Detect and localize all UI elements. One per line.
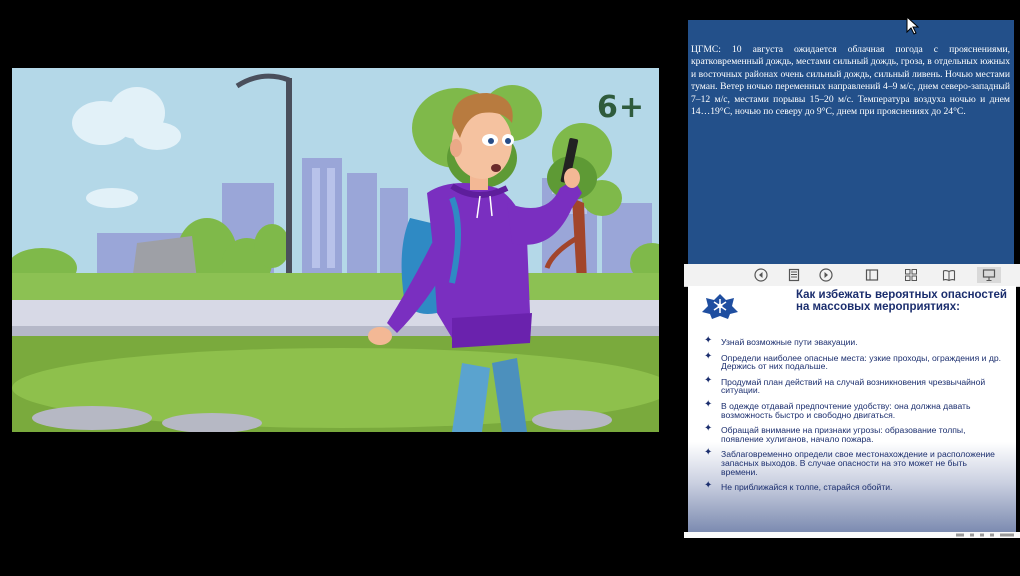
bullet-star-icon: ✦	[704, 350, 713, 362]
slide-sorter-icon	[905, 269, 917, 281]
next-slide-button[interactable]	[818, 267, 834, 283]
slide-title: Как избежать вероятных опасностей на мас…	[796, 289, 1007, 313]
slideshow-icon	[982, 269, 996, 282]
bullet-star-icon: ✦	[704, 374, 713, 386]
list-item: ✦ Обращай внимание на признаки угрозы: об…	[704, 423, 966, 444]
weather-forecast-panel: ЦГМС: 10 августа ожидается облачная пого…	[688, 20, 1014, 264]
normal-view-button[interactable]	[864, 267, 880, 283]
reading-view-button[interactable]	[941, 267, 957, 283]
slideshow-button[interactable]	[977, 267, 1001, 283]
notes-icon	[788, 268, 800, 282]
bullet-star-icon: ✦	[704, 480, 713, 492]
bullet-star-icon: ✦	[704, 447, 713, 459]
next-icon	[819, 268, 833, 282]
bullet-star-icon: ✦	[704, 335, 713, 346]
bullet-star-icon: ✦	[704, 423, 713, 435]
list-item: ✦ Узнай возможные пути эвакуации.	[704, 335, 858, 347]
viewer-status-bar	[684, 532, 1020, 538]
slide-sorter-button[interactable]	[903, 267, 919, 283]
list-item: ✦ Заблаговременно определи свое местонахо…	[704, 447, 995, 477]
reading-view-icon	[942, 270, 956, 282]
presentation-slide: Как избежать вероятных опасностей на мас…	[688, 286, 1016, 532]
emercom-logo-icon	[702, 294, 738, 319]
cartoon-scene	[12, 68, 659, 432]
weather-forecast-text: ЦГМС: 10 августа ожидается облачная пого…	[691, 44, 1010, 118]
mouse-pointer-icon	[906, 16, 920, 35]
prev-slide-button[interactable]	[753, 267, 769, 283]
bullet-star-icon: ✦	[704, 398, 713, 410]
safety-tips-list: ✦ Узнай возможные пути эвакуации. ✦ Опреде…	[704, 335, 1004, 499]
normal-view-icon	[865, 269, 879, 281]
video-frame[interactable]: 6+	[12, 68, 659, 432]
prev-icon	[754, 268, 768, 282]
presentation-toolbar	[684, 264, 1020, 287]
list-item: ✦ Продумай план действий на случай возник…	[704, 374, 986, 396]
list-item: ✦ В одежде отдавай предпочтение удобству:…	[704, 398, 971, 420]
list-item: ✦ Определи наиболее опасные места: узкие …	[704, 350, 1002, 372]
status-controls-icon	[956, 533, 1014, 537]
age-rating-badge: 6+	[597, 90, 646, 125]
list-item: ✦ Не приближайся к толпе, старайся обойти…	[704, 480, 893, 493]
notes-button[interactable]	[786, 267, 802, 283]
